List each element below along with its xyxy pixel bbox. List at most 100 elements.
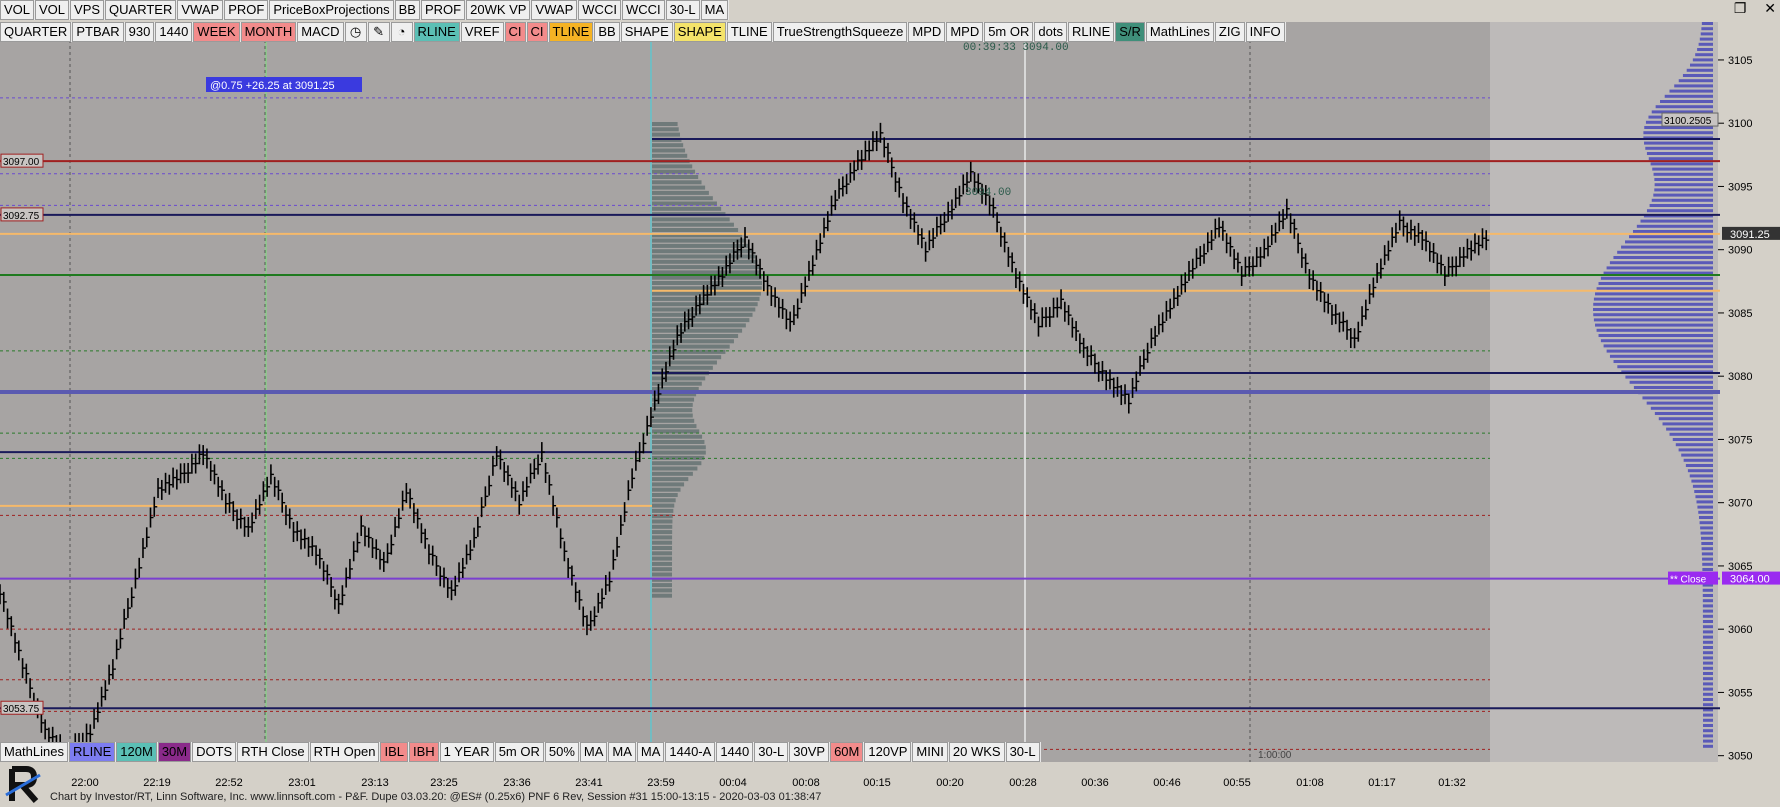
toolbar-button-vps[interactable]: VPS (70, 0, 105, 20)
toolbar-button-bb[interactable]: BB (594, 22, 620, 42)
right-volume-profile-bar (1702, 609, 1713, 613)
toolbar-button-ptbar[interactable]: PTBAR (72, 22, 124, 42)
toolbar-button-30vp[interactable]: 30VP (789, 742, 830, 762)
right-volume-profile-bar (1613, 360, 1713, 363)
toolbar-button-shape[interactable]: SHAPE (673, 22, 726, 42)
toolbar-button-5m-or[interactable]: 5m OR (984, 22, 1034, 42)
restore-icon[interactable]: ❐ (1734, 0, 1747, 16)
time-tick-label: 00:36 (1081, 777, 1109, 789)
toolbar-button-prof[interactable]: PROF (420, 0, 466, 20)
toolbar-button-tline[interactable]: TLINE (726, 22, 772, 42)
toolbar-button-ibh[interactable]: IBH (409, 742, 439, 762)
toolbar-button-truestrengthsqueeze[interactable]: TrueStrengthSqueeze (772, 22, 908, 42)
y-tick-label: 3105 (1728, 55, 1752, 67)
right-volume-profile-bar (1702, 604, 1713, 608)
toolbar-button-1440[interactable]: 1440 (155, 22, 193, 42)
right-volume-profile-bar (1660, 100, 1713, 103)
toolbar-button-ma[interactable]: MA (579, 742, 608, 762)
toolbar-button-shape[interactable]: SHAPE (620, 22, 673, 42)
toolbar-button-ma[interactable]: MA (608, 742, 636, 762)
toolbar-button-vwap[interactable]: VWAP (531, 0, 578, 20)
toolbar-button-rth-open[interactable]: RTH Open (309, 742, 380, 762)
toolbar-button-dots[interactable]: DOTS (192, 742, 237, 762)
right-volume-profile-bar (1648, 157, 1713, 161)
time-tick-label: 00:04 (719, 777, 747, 789)
toolbar-button-vol[interactable]: VOL (0, 0, 35, 20)
toolbar-button-prof[interactable]: PROF (224, 0, 269, 20)
toolbar-button-120vp[interactable]: 120VP (864, 742, 912, 762)
toolbar-button-30-l[interactable]: 30-L (754, 742, 789, 762)
pencil-icon[interactable]: ✎ (367, 22, 390, 42)
toolbar-button-rline[interactable]: RLINE (68, 742, 116, 762)
right-volume-profile-bar (1642, 396, 1713, 400)
clock-icon[interactable]: ◷ (344, 22, 367, 42)
toolbar-button-1440[interactable]: 1440 (716, 742, 754, 762)
toolbar-button-vref[interactable]: VREF (460, 22, 504, 42)
toolbar-button-wcci[interactable]: WCCI (621, 0, 665, 20)
toolbar-button-20-wks[interactable]: 20 WKS (948, 742, 1005, 762)
toolbar-button-20wk-vp[interactable]: 20WK VP (466, 0, 531, 20)
right-volume-profile-bar (1702, 599, 1713, 603)
timer-icon[interactable]: ◔ (390, 22, 413, 42)
toolbar-button-zig[interactable]: ZIG (1214, 22, 1245, 42)
toolbar-button-mpd[interactable]: MPD (908, 22, 946, 42)
volume-profile-bar (652, 318, 750, 323)
window-controls: ❐ ✕ (1720, 0, 1776, 17)
volume-profile-bar (652, 503, 675, 508)
volume-profile-bar (652, 339, 734, 344)
toolbar-button-quarter[interactable]: QUARTER (105, 0, 177, 20)
close-icon[interactable]: ✕ (1764, 0, 1776, 16)
toolbar-button-dots[interactable]: dots (1034, 22, 1067, 42)
toolbar-button-30m[interactable]: 30M (157, 742, 192, 762)
toolbar-button-930[interactable]: 930 (124, 22, 155, 42)
toolbar-button-mpd[interactable]: MPD (946, 22, 984, 42)
right-volume-profile-bar (1700, 531, 1713, 535)
toolbar-button-ci[interactable]: CI (504, 22, 526, 42)
volume-profile-bar (652, 466, 698, 471)
toolbar-button-60m[interactable]: 60M (830, 742, 864, 762)
toolbar-button-month[interactable]: MONTH (240, 22, 297, 42)
toolbar-button-ibl[interactable]: IBL (380, 742, 408, 762)
y-tick-label: 3050 (1728, 751, 1752, 762)
toolbar-button-30-l[interactable]: 30-L (1005, 742, 1040, 762)
right-volume-profile-bar (1682, 74, 1713, 77)
toolbar-button-30-l[interactable]: 30-L (665, 0, 700, 20)
toolbar-button-50-[interactable]: 50% (544, 742, 579, 762)
volume-profile-bar (652, 254, 756, 259)
volume-profile-bar (652, 180, 702, 185)
price-chart[interactable]: 3050 3055 3060 3065 3070 3075 3080 3085 3090 3095… (0, 22, 1780, 762)
toolbar-button-bb[interactable]: BB (394, 0, 420, 20)
time-tick-label: 22:19 (143, 777, 171, 789)
toolbar-button-wcci[interactable]: WCCI (578, 0, 621, 20)
toolbar-button-vol[interactable]: VOL (35, 0, 70, 20)
toolbar-button-rline[interactable]: RLINE (413, 22, 460, 42)
left-price-label: 3097.00 (3, 157, 40, 168)
toolbar-button-vwap[interactable]: VWAP (177, 0, 224, 20)
toolbar-button-tline[interactable]: TLINE (548, 22, 594, 42)
time-tick-label: 01:08 (1296, 777, 1324, 789)
toolbar-button-rth-close[interactable]: RTH Close (237, 742, 309, 762)
toolbar-button-mathlines[interactable]: MathLines (1145, 22, 1214, 42)
toolbar-button-macd[interactable]: MACD (297, 22, 344, 42)
volume-profile-bar (652, 206, 722, 211)
right-volume-profile-bar (1695, 495, 1713, 499)
toolbar-button-mini[interactable]: MINI (912, 742, 948, 762)
toolbar-button-s-r[interactable]: S/R (1115, 22, 1145, 42)
toolbar-button-5m-or[interactable]: 5m OR (494, 742, 544, 762)
toolbar-button-mathlines[interactable]: MathLines (0, 742, 68, 762)
toolbar-button-priceboxprojections[interactable]: PriceBoxProjections (269, 0, 394, 20)
toolbar-button-info[interactable]: INFO (1245, 22, 1285, 42)
toolbar-button-quarter[interactable]: QUARTER (0, 22, 72, 42)
toolbar-button-1440-a[interactable]: 1440-A (665, 742, 716, 762)
toolbar-button-1-year[interactable]: 1 YEAR (439, 742, 494, 762)
mid-price-label: 3094.00 (965, 187, 1011, 199)
toolbar-button-week[interactable]: WEEK (193, 22, 240, 42)
volume-profile-bar (652, 228, 739, 232)
right-volume-profile-bar (1702, 718, 1713, 722)
toolbar-button-rline[interactable]: RLINE (1067, 22, 1115, 42)
second-indicator-toolbar: QUARTER PTBAR 930 1440 WEEK MONTH MACD ◷ ✎ ◔ RLINE… (0, 22, 1286, 42)
toolbar-button-120m[interactable]: 120M (116, 742, 157, 762)
toolbar-button-ma[interactable]: MA (700, 0, 729, 20)
toolbar-button-ma[interactable]: MA (636, 742, 665, 762)
toolbar-button-ci[interactable]: CI (526, 22, 548, 42)
